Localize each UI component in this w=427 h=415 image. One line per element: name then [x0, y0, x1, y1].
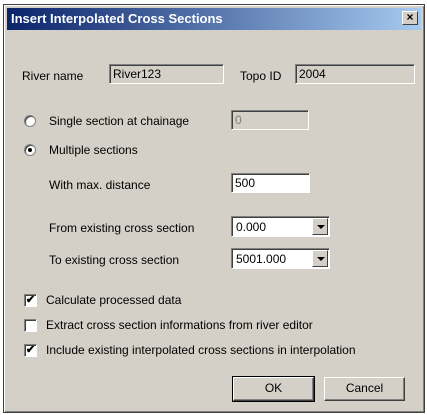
from-section-dropdown[interactable]: 0.000 [231, 216, 330, 237]
dialog-window: Insert Interpolated Cross Sections × Riv… [3, 4, 425, 413]
to-section-value: 5001.000 [236, 252, 287, 266]
from-section-value: 0.000 [236, 220, 267, 234]
to-section-dropdown[interactable]: 5001.000 [231, 248, 330, 269]
single-section-radio[interactable] [24, 115, 36, 127]
calc-processed-label: Calculate processed data [46, 293, 182, 307]
chevron-down-icon[interactable] [312, 250, 328, 267]
max-distance-field[interactable]: 500 [231, 173, 310, 193]
include-existing-label: Include existing interpolated cross sect… [46, 343, 356, 357]
river-name-label: River name [22, 69, 84, 83]
cancel-button[interactable]: Cancel [324, 377, 405, 401]
river-name-field: River123 [109, 64, 224, 84]
single-section-label: Single section at chainage [49, 114, 190, 128]
include-existing-checkbox[interactable]: ✔ [24, 344, 37, 357]
topo-id-field: 2004 [295, 64, 415, 84]
multiple-sections-label: Multiple sections [49, 143, 138, 157]
ok-button[interactable]: OK [232, 376, 315, 402]
extract-info-checkbox[interactable] [24, 319, 37, 332]
calc-processed-checkbox[interactable]: ✔ [24, 294, 37, 307]
to-section-label: To existing cross section [49, 253, 180, 267]
topo-id-label: Topo ID [240, 69, 282, 83]
max-distance-label: With max. distance [49, 178, 151, 192]
radio-selected-dot [28, 148, 32, 152]
window-title: Insert Interpolated Cross Sections [11, 11, 223, 26]
from-section-label: From existing cross section [49, 221, 195, 235]
chevron-down-icon[interactable] [312, 218, 328, 235]
extract-info-label: Extract cross section informations from … [46, 318, 313, 332]
chainage-field[interactable]: 0 [231, 110, 309, 130]
title-bar[interactable]: Insert Interpolated Cross Sections × [7, 8, 421, 30]
close-button[interactable]: × [402, 11, 418, 25]
multiple-sections-radio[interactable] [24, 144, 36, 156]
